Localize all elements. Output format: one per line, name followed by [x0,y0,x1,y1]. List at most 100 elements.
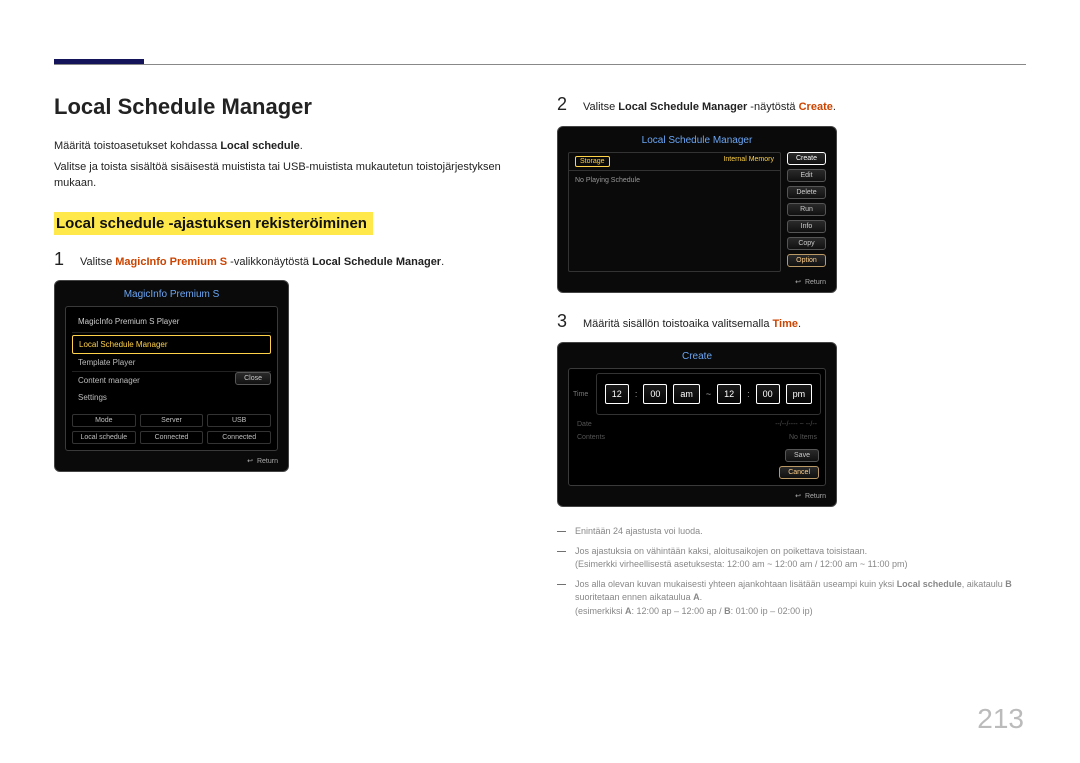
save-button[interactable]: Save [785,449,819,462]
contents-row: Contents No Items [573,434,821,447]
text: Määritä toistoasetukset kohdassa [54,140,220,152]
step-3: 3 Määritä sisällön toistoaika valitsemal… [557,311,1026,333]
workspace: Storage Internal Memory No Playing Sched… [568,152,826,272]
text: : 01:00 ip – 02:00 ip) [731,606,813,616]
minute-start[interactable]: 00 [643,384,667,404]
minute-end[interactable]: 00 [756,384,780,404]
status-server-header: Server [140,414,204,427]
panel-inner: Time 12 : 00 am ~ 12 : 00 pm Date [568,368,826,486]
intro-line-2: Valitse ja toista sisältöä sisäisestä mu… [54,159,523,192]
tilde-separator: ~ [706,389,711,399]
edit-button[interactable]: Edit [787,169,826,182]
colon-icon: : [747,389,750,399]
panel-title: Create [568,351,826,362]
text: Jos alla olevan kuvan mukaisesti yhteen … [575,579,897,589]
right-column: 2 Valitse Local Schedule Manager -näytös… [557,94,1026,709]
panel-inner: MagicInfo Premium S Player Local Schedul… [65,306,278,451]
text: (esimerkiksi [575,606,625,616]
step-text: Valitse Local Schedule Manager -näytöstä… [583,99,836,116]
storage-label[interactable]: Storage [575,156,610,167]
delete-button[interactable]: Delete [787,186,826,199]
text: . [798,318,801,330]
status-grid: Mode Server USB Local schedule Connected… [72,414,271,444]
option-button[interactable]: Option [787,254,826,267]
ampm-start[interactable]: am [673,384,700,404]
text: : 12:00 ap – 12:00 ap / [632,606,725,616]
text: Valitse [583,101,618,113]
side-buttons: Create Edit Delete Run Info Copy Option [787,152,826,272]
date-value[interactable]: --/--/---- ~ --/-- [775,421,817,428]
text: Määritä sisällön toistoaika valitsemalla [583,318,773,330]
left-column: Local Schedule Manager Määritä toistoase… [54,94,523,709]
create-button[interactable]: Create [787,152,826,165]
text: Jos ajastuksia on vähintään kaksi, aloit… [575,546,867,556]
ampm-end[interactable]: pm [786,384,813,404]
step-text: Valitse MagicInfo Premium S -valikkonäyt… [80,254,444,271]
run-button[interactable]: Run [787,203,826,216]
dash-icon: ― [557,578,567,619]
step-text: Määritä sisällön toistoaika valitsemalla… [583,316,801,333]
save-cancel-buttons: Save Cancel [573,447,821,481]
step-1: 1 Valitse MagicInfo Premium S -valikkonä… [54,249,523,271]
bold-term: Local Schedule Manager [312,256,441,268]
page-number: 213 [977,703,1024,735]
dash-icon: ― [557,525,567,539]
text: suoritetaan ennen aikataulua [575,592,693,602]
text: . [833,101,836,113]
note-1: ― Enintään 24 ajastusta voi luoda. [557,525,1026,539]
time-label: Time [573,391,591,398]
menu-item-local-schedule-manager[interactable]: Local Schedule Manager [72,335,271,354]
bold-term: Local Schedule Manager [618,101,747,113]
status-usb-header: USB [207,414,271,427]
screenshot-magicinfo-menu: MagicInfo Premium S MagicInfo Premium S … [54,280,289,472]
menu-item-player[interactable]: MagicInfo Premium S Player [72,313,271,330]
date-label: Date [577,421,592,428]
status-server-value: Connected [140,431,204,444]
contents-value[interactable]: No Items [789,434,817,441]
bold-term: B [1005,579,1012,589]
screenshot-create-time: Create Time 12 : 00 am ~ 12 : 00 pm [557,342,837,507]
text: , aikataulu [962,579,1006,589]
accent-text: MagicInfo Premium S [115,256,227,268]
contents-label: Contents [577,434,605,441]
return-row[interactable]: Return [65,457,278,465]
accent-text: Create [799,101,833,113]
header-tab [54,59,144,64]
note-2: ― Jos ajastuksia on vähintään kaksi, alo… [557,545,1026,572]
time-picker[interactable]: 12 : 00 am ~ 12 : 00 pm [596,373,821,415]
internal-memory-label[interactable]: Internal Memory [723,156,774,167]
copy-button[interactable]: Copy [787,237,826,250]
cancel-button[interactable]: Cancel [779,466,819,479]
text: -valikkonäytöstä [227,256,312,268]
info-button[interactable]: Info [787,220,826,233]
notes-block: ― Enintään 24 ajastusta voi luoda. ― Jos… [557,525,1026,618]
text: (Esimerkki virheellisestä asetuksesta: 1… [575,559,908,569]
intro-block: Määritä toistoasetukset kohdassa Local s… [54,138,523,192]
hour-end[interactable]: 12 [717,384,741,404]
note-text: Jos alla olevan kuvan mukaisesti yhteen … [575,578,1026,619]
accent-text: Time [773,318,798,330]
step-2: 2 Valitse Local Schedule Manager -näytös… [557,94,1026,116]
step-number: 1 [54,249,70,270]
step-number: 2 [557,94,573,115]
colon-icon: : [635,389,638,399]
intro-line-1: Määritä toistoasetukset kohdassa Local s… [54,138,523,155]
close-button[interactable]: Close [235,372,271,385]
menu-item-template-player[interactable]: Template Player [72,354,271,372]
note-text: Jos ajastuksia on vähintään kaksi, aloit… [575,545,908,572]
status-mode-value: Local schedule [72,431,136,444]
return-row[interactable]: Return [568,278,826,286]
page-title: Local Schedule Manager [54,94,523,120]
date-row: Date --/--/---- ~ --/-- [573,415,821,434]
schedule-list: Storage Internal Memory No Playing Sched… [568,152,781,272]
note-3: ― Jos alla olevan kuvan mukaisesti yhtee… [557,578,1026,619]
menu-item-settings[interactable]: Settings [72,389,271,406]
menu-item-content-manager[interactable]: Content manager [72,372,235,389]
text: Valitse [80,256,115,268]
no-playing-schedule: No Playing Schedule [569,171,780,190]
text: . [441,256,444,268]
return-row[interactable]: Return [568,492,826,500]
text: -näytöstä [747,101,798,113]
text: . [300,140,303,152]
hour-start[interactable]: 12 [605,384,629,404]
